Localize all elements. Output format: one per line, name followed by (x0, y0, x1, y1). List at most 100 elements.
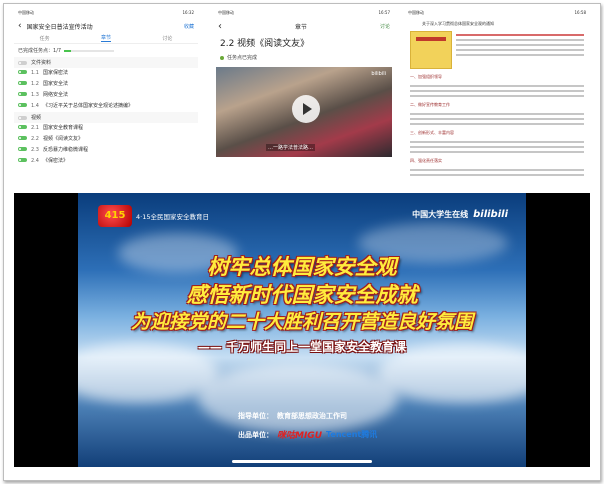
paragraph-lines (410, 141, 584, 153)
document-title: 关于深入学习贯彻总体国家安全观的通知 (422, 21, 494, 26)
collapse-toggle-icon[interactable] (18, 60, 27, 65)
tab-chapters[interactable]: 章节 (100, 34, 111, 42)
tencent-logo: Tencent腾讯 (326, 430, 378, 439)
guide-value: 教育部思想政治工作司 (277, 412, 347, 420)
chapter-number: 1.3 (31, 92, 39, 98)
section-heading: 三、创新形式、丰富内容 (410, 130, 454, 135)
producer-label: 出品单位： (238, 430, 273, 439)
task-status: 任务点已完成 (214, 52, 394, 63)
video-lesson-screenshot: 中国移动 16:57 ‹ 章节 讨论 2.2 视频《阅读文友》 任务点已完成 b… (214, 8, 394, 190)
chapter-title: 视频《阅读文友》 (43, 136, 84, 142)
bilibili-logo: bilibili (473, 209, 508, 220)
safety-day-logo: 415 4·15全民国家安全教育日 (98, 205, 209, 227)
title-bar: ‹ 国家安全日普法宣传活动 收藏 (14, 19, 198, 33)
chapter-number: 2.3 (31, 147, 39, 153)
document-screenshot: 中国移动 16:58 关于深入学习贯彻总体国家安全观的通知 一、加强组织领导 二… (404, 8, 590, 190)
guide-label: 指导单位： (238, 412, 273, 420)
chapter-number: 1.4 (31, 103, 39, 109)
progress-value: 1/7 (53, 47, 62, 54)
chapter-item[interactable]: 2.2 视频《阅读文友》 (14, 134, 198, 145)
task-progress: 已完成任务点： 1/7 (14, 44, 198, 57)
lesson-heading: 2.2 视频《阅读文友》 (220, 39, 310, 49)
migu-logo: 咪咕MIGU (277, 431, 323, 441)
headline-line-3: 为迎接党的二十大胜利召开营造良好氛围 (130, 311, 473, 333)
chapter-title: 反恐暴力维稳微课程 (43, 147, 89, 153)
video-player[interactable]: bilibili …一路学法普法路… (216, 67, 392, 157)
producer-credit: 出品单位： 咪咕MIGU Tencent腾讯 (238, 428, 377, 441)
chapter-item[interactable]: 1.1 国家保密法 (14, 68, 198, 79)
chapter-item[interactable]: 2.1 国家安全教育课程 (14, 123, 198, 134)
banner-text-lines (456, 31, 584, 69)
back-arrow-icon[interactable]: ‹ (18, 21, 22, 31)
tab-bar: 任务 章节 讨论 (14, 33, 198, 44)
chapter-item[interactable]: 1.2 国家安全法 (14, 79, 198, 90)
home-indicator[interactable] (232, 460, 372, 463)
paragraph-lines (410, 113, 584, 125)
completed-toggle-icon (18, 147, 27, 151)
completed-toggle-icon (18, 158, 27, 162)
nav-bar: ‹ 章节 讨论 (214, 19, 394, 33)
chapter-title: 网络安全法 (43, 92, 69, 98)
chapter-title: 国家安全教育课程 (43, 125, 84, 131)
collapse-toggle-icon[interactable] (18, 115, 27, 120)
guide-credit: 指导单位： 教育部思想政治工作司 (238, 411, 347, 421)
section-heading: 四、强化责任落实 (410, 158, 442, 163)
book-cover-image (410, 31, 452, 69)
favorite-button[interactable]: 收藏 (184, 23, 194, 30)
video-poster: 415 4·15全民国家安全教育日 中国大学生在线 bilibili 树牢总体国… (78, 193, 526, 467)
progress-bar-fill (64, 49, 72, 52)
headline-line-1: 树牢总体国家安全观 (207, 254, 397, 279)
task-done-label: 任务点已完成 (227, 55, 258, 61)
education-video-frame[interactable]: 415 4·15全民国家安全教育日 中国大学生在线 bilibili 树牢总体国… (14, 193, 590, 467)
carrier-text: 中国移动 (408, 10, 424, 15)
carrier-text: 中国移动 (18, 10, 34, 15)
section-heading: 二、做好宣传教育工作 (410, 102, 450, 107)
course-chapters-screenshot: 中国移动 16:32 ‹ 国家安全日普法宣传活动 收藏 任务 章节 讨论 已完成… (14, 8, 198, 190)
progress-bar (64, 49, 115, 52)
document-banner (404, 28, 590, 72)
logo-text: 4·15全民国家安全教育日 (136, 213, 209, 221)
brand-logos: 中国大学生在线 bilibili (412, 209, 508, 220)
status-bar: 中国移动 16:57 (214, 8, 394, 19)
tab-discussion[interactable]: 讨论 (162, 35, 172, 42)
nav-title: 章节 (294, 23, 307, 31)
chapter-title: 国家安全法 (43, 81, 69, 87)
chapter-title: 《习近平关于总体国家安全观论述摘编》 (43, 103, 134, 109)
logo-badge: 415 (98, 205, 132, 227)
chapter-title: 《保密法》 (43, 158, 69, 164)
play-button-icon[interactable] (292, 95, 320, 123)
chapter-item[interactable]: 1.4 《习近平关于总体国家安全观论述摘编》 (14, 101, 198, 112)
clock-text: 16:32 (182, 10, 194, 15)
section-heading: 一、加强组织领导 (410, 74, 442, 79)
chapter-group-label: 文件资料 (31, 60, 52, 66)
headline-subtitle: —— 千万师生同上一堂国家安全教育课 (197, 340, 407, 354)
chapter-group[interactable]: 文件资料 (14, 57, 198, 68)
chapter-item[interactable]: 2.3 反恐暴力维稳微课程 (14, 145, 198, 156)
tab-tasks[interactable]: 任务 (40, 35, 50, 42)
paragraph-lines (410, 169, 584, 176)
paragraph-lines (410, 85, 584, 97)
discussion-button[interactable]: 讨论 (380, 23, 390, 30)
chapter-number: 1.2 (31, 81, 39, 87)
progress-label: 已完成任务点： (18, 48, 54, 54)
completed-toggle-icon (18, 92, 27, 96)
chapter-number: 2.1 (31, 125, 39, 131)
completed-toggle-icon (18, 70, 27, 74)
course-title: 国家安全日普法宣传活动 (26, 23, 93, 31)
completed-toggle-icon (18, 125, 27, 129)
check-dot-icon (220, 55, 224, 60)
carrier-text: 中国移动 (218, 10, 234, 15)
completed-toggle-icon (18, 81, 27, 85)
status-bar: 中国移动 16:32 (14, 8, 198, 19)
chapter-number: 2.4 (31, 158, 39, 164)
clock-text: 16:58 (574, 10, 586, 15)
headline-line-2: 感悟新时代国家安全成就 (186, 282, 418, 307)
chapter-item[interactable]: 1.3 网络安全法 (14, 90, 198, 101)
completed-toggle-icon (18, 103, 27, 107)
chapter-number: 2.2 (31, 136, 39, 142)
chapter-item[interactable]: 2.4 《保密法》 (14, 156, 198, 167)
status-bar: 中国移动 16:58 (404, 8, 590, 19)
chapter-title: 国家保密法 (43, 70, 69, 76)
chapter-number: 1.1 (31, 70, 39, 76)
chapter-group[interactable]: 视频 (14, 112, 198, 123)
